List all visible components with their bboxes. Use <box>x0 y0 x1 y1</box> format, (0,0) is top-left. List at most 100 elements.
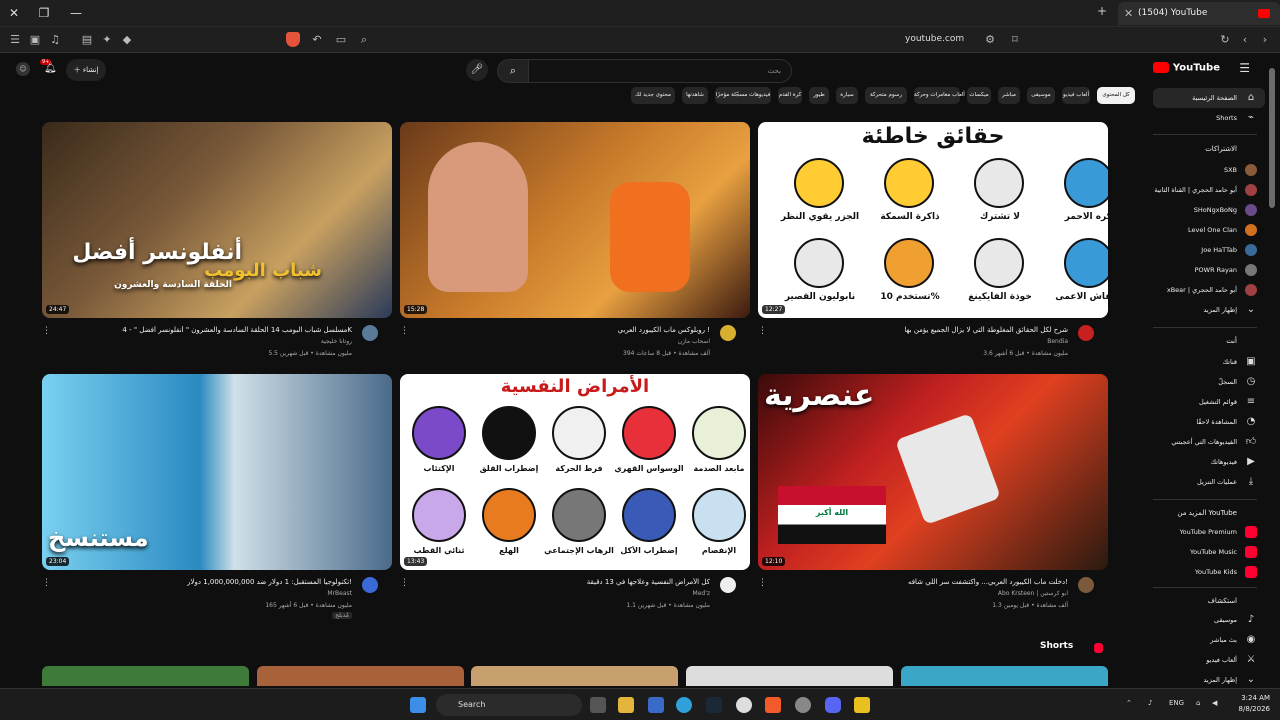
undo-icon[interactable]: ↶ <box>310 33 324 47</box>
channel-name[interactable]: Med'z <box>693 590 710 597</box>
more-options-icon[interactable]: ⋮ <box>758 578 767 588</box>
language-indicator[interactable]: ENG <box>1169 699 1184 707</box>
video-thumbnail[interactable]: حقائق خاطئة يكره الاحمر لا تشترك ذاكرة السم… <box>758 122 1108 318</box>
sidebar-section-you[interactable]: أنت <box>1226 337 1237 345</box>
store-icon[interactable] <box>648 697 664 713</box>
windows-start-icon[interactable] <box>410 697 426 713</box>
channel-avatar[interactable] <box>720 577 736 593</box>
video-card[interactable]: 15:28 ⋮ روبلوكس ماب الكيبورد العربي ! اسحاب… <box>400 122 750 367</box>
search-button[interactable]: ⌕ <box>497 59 529 83</box>
chip-1[interactable]: ألعاب فيديو <box>1062 87 1090 104</box>
sidebar-item-you[interactable]: فيديوهاتك ▶ <box>1153 452 1265 472</box>
sidebar-item-you[interactable]: المشاهدة لاحقًا ◔ <box>1153 412 1265 432</box>
more-options-icon[interactable]: ⋮ <box>42 578 51 588</box>
sidebar-item-more[interactable]: YouTube Kids <box>1153 562 1265 582</box>
more-options-icon[interactable]: ⋮ <box>400 326 409 336</box>
chip-3[interactable]: مباشر <box>998 87 1020 104</box>
sidebar-section-explore[interactable]: استكشاف <box>1208 597 1237 605</box>
youtube-logo[interactable]: YouTube <box>1151 62 1220 74</box>
voice-search-icon[interactable]: 🎤︎ <box>466 59 488 81</box>
sidebar-item-more[interactable]: YouTube Music <box>1153 542 1265 562</box>
short-thumbnail[interactable] <box>257 666 464 686</box>
video-title[interactable]: دخلت ماب الكيبورد العربي... واكتشفت سر ا… <box>778 578 1068 586</box>
reload-icon[interactable]: ↻ <box>1218 33 1232 47</box>
sidebar-item-you[interactable]: قناتك ▣ <box>1153 352 1265 372</box>
chatgpt-icon[interactable] <box>795 697 811 713</box>
short-thumbnail[interactable] <box>471 666 678 686</box>
close-window-icon[interactable]: ✕ <box>4 4 24 22</box>
guide-menu-icon[interactable]: ☰ <box>1239 61 1250 75</box>
short-thumbnail[interactable] <box>901 666 1108 686</box>
new-tab-icon[interactable]: + <box>1097 4 1107 18</box>
search-input[interactable]: بحث <box>528 59 792 83</box>
channel-avatar[interactable] <box>1078 577 1094 593</box>
channel-avatar[interactable] <box>1078 325 1094 341</box>
video-card[interactable]: عنصرية الله أكبر 12:10 ⋮ دخلت ماب الكيبورد ا… <box>758 374 1108 619</box>
more-options-icon[interactable]: ⋮ <box>758 326 767 336</box>
clock[interactable]: 3:24 AM 8/8/2026 <box>1226 693 1270 715</box>
steam-icon[interactable] <box>706 697 722 713</box>
video-card[interactable]: الأمراض النفسية مابعد الصدمة الوسواس القهر… <box>400 374 750 619</box>
video-title[interactable]: كل الأمراض النفسية وعلاجها في 13 دقيقة <box>420 578 710 586</box>
more-options-icon[interactable]: ⋮ <box>400 578 409 588</box>
channel-avatar[interactable] <box>720 325 736 341</box>
sidebar-item-subscription[interactable]: Level One Clan <box>1153 220 1265 240</box>
sidebar-item-more[interactable]: YouTube Premium <box>1153 522 1265 542</box>
reader-icon[interactable]: ▤ <box>80 33 94 47</box>
brave-icon[interactable] <box>765 697 781 713</box>
video-title[interactable]: مسلسل شباب البومب 14 الحلقة السادسة والع… <box>62 326 352 334</box>
chip-7[interactable]: سيارة <box>836 87 858 104</box>
back-icon[interactable]: › <box>1258 33 1272 47</box>
scrollbar-thumb[interactable] <box>1269 68 1275 208</box>
screen-icon[interactable]: ▭ <box>334 33 348 47</box>
bell-icon[interactable]: 🔔︎ <box>44 63 57 75</box>
sidebar-item-subscription[interactable]: POWR Rayan <box>1153 260 1265 280</box>
video-thumbnail[interactable]: الأمراض النفسية مابعد الصدمة الوسواس القهر… <box>400 374 750 570</box>
chip-2[interactable]: موسيقى <box>1027 87 1055 104</box>
video-thumbnail[interactable]: مستنسخ 23:04 <box>42 374 392 570</box>
tray-chevron-icon[interactable]: ⌃ <box>1126 699 1132 707</box>
channel-name[interactable]: Abo Krsteen | ابو كرستين <box>998 590 1068 597</box>
sidebar-section-subscriptions[interactable]: الاشتراكات <box>1205 145 1237 153</box>
sidebar-item-explore[interactable]: موسيقى ♪ <box>1153 610 1265 630</box>
chip-6[interactable]: رسوم متحركة <box>865 87 907 104</box>
short-thumbnail[interactable] <box>42 666 249 686</box>
create-button[interactable]: ＋ إنشاء <box>66 59 106 81</box>
sidebar-item-shorts[interactable]: Shorts ⌁ <box>1153 108 1265 128</box>
mic-tray-icon[interactable]: ♪ <box>1148 699 1152 707</box>
sidebar-toggle-icon[interactable]: ▣ <box>28 33 42 47</box>
more-options-icon[interactable]: ⋮ <box>42 326 51 336</box>
sidebar-item-you[interactable]: عمليات التنزيل ⤓ <box>1153 472 1265 492</box>
chip-10[interactable]: فيديوهات مسجّلة مؤخرًا <box>715 87 771 104</box>
sidebar-section-more[interactable]: المزيد من YouTube <box>1177 509 1237 517</box>
video-title[interactable]: روبلوكس ماب الكيبورد العربي ! <box>420 326 710 334</box>
channel-name[interactable]: MrBeast <box>327 590 352 597</box>
restore-window-icon[interactable]: ❐ <box>34 4 54 22</box>
video-card[interactable]: مستنسخ 23:04 ⋮ تكنولوجيا المستقبل: 1 دولار … <box>42 374 392 619</box>
page-scrollbar[interactable] <box>1268 53 1276 686</box>
video-thumbnail[interactable]: أنفلونسر أفضل الحلقة السادسة والعشرون شباب… <box>42 122 392 318</box>
settings-icon[interactable] <box>736 697 752 713</box>
network-icon[interactable]: ⌂ <box>1196 699 1200 707</box>
video-title[interactable]: تكنولوجيا المستقبل: 1 دولار ضد 1,000,000… <box>62 578 352 586</box>
channel-name[interactable]: Bendia <box>1047 338 1068 345</box>
video-card[interactable]: حقائق خاطئة يكره الاحمر لا تشترك ذاكرة السم… <box>758 122 1108 367</box>
volume-icon[interactable]: ◀ <box>1212 699 1217 707</box>
video-thumbnail[interactable]: عنصرية الله أكبر 12:10 <box>758 374 1108 570</box>
minimize-window-icon[interactable]: — <box>66 4 86 22</box>
sidebar-item-subscription[interactable]: SHoNgxBoNg <box>1153 200 1265 220</box>
browser-tab[interactable]: ✕ (1504) YouTube <box>1118 2 1280 25</box>
chip-5[interactable]: ألعاب مغامرات وحركة <box>914 87 965 104</box>
chip-9[interactable]: كرة القدم <box>778 87 802 104</box>
sidebar-item-home[interactable]: الصفحة الرئيسية ⌂ <box>1153 88 1265 108</box>
sidebar-item-explore[interactable]: ألعاب فيديو ⚔ <box>1153 650 1265 670</box>
sidebar-item-subscription[interactable]: SXB <box>1153 160 1265 180</box>
edge-icon[interactable] <box>676 697 692 713</box>
bookmark-icon[interactable]: ⌑ <box>1008 33 1022 47</box>
menu-icon[interactable]: ☰ <box>8 33 22 47</box>
taskbar-search[interactable]: Search <box>436 694 582 716</box>
chip-4[interactable]: ميكسات <box>967 87 991 104</box>
forward-icon[interactable]: ‹ <box>1238 33 1252 47</box>
avatar[interactable]: ☺ <box>16 62 30 76</box>
chip-0[interactable]: كل المحتوى <box>1097 87 1135 104</box>
